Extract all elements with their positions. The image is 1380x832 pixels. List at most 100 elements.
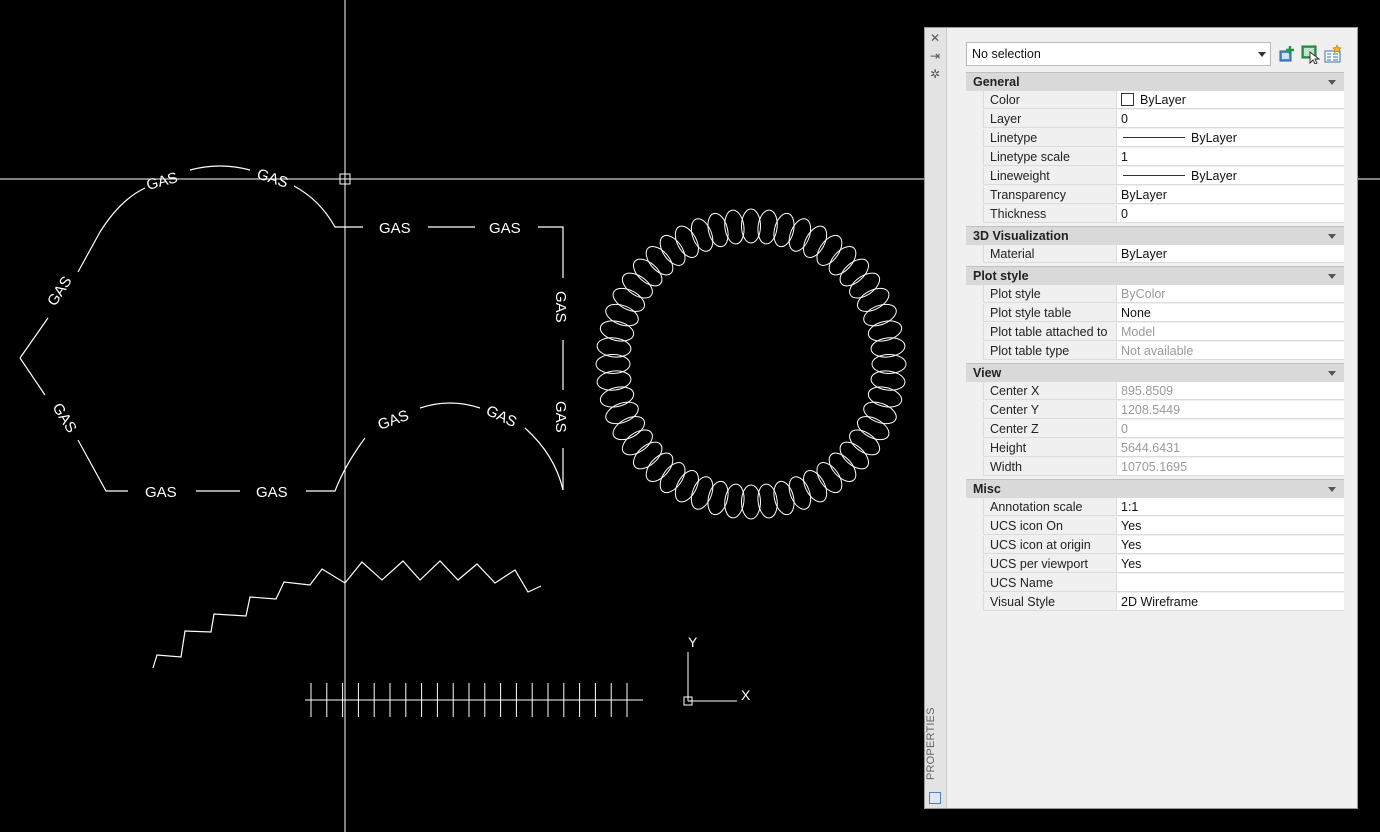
loop-segment bbox=[599, 386, 635, 408]
section-header-general[interactable]: General bbox=[966, 72, 1344, 91]
property-value-text: 5644.6431 bbox=[1121, 441, 1181, 455]
property-label: Color bbox=[983, 91, 1116, 109]
property-row-plot-style-table[interactable]: Plot style table None bbox=[966, 304, 1344, 323]
gas-label: GAS bbox=[255, 166, 290, 192]
property-value[interactable]: ByLayer bbox=[1116, 167, 1344, 185]
select-objects-icon[interactable] bbox=[1300, 44, 1320, 64]
property-row-layer[interactable]: Layer 0 bbox=[966, 110, 1344, 129]
property-value[interactable]: ByLayer bbox=[1116, 129, 1344, 147]
property-row-thickness[interactable]: Thickness 0 bbox=[966, 205, 1344, 224]
tick-linetype-line[interactable] bbox=[305, 683, 643, 717]
property-row-center-z[interactable]: Center Z 0 bbox=[966, 420, 1344, 439]
property-value[interactable]: ByLayer bbox=[1116, 245, 1344, 263]
property-row-color[interactable]: Color ByLayer bbox=[966, 91, 1344, 110]
property-row-ucs-icon-on[interactable]: UCS icon On Yes bbox=[966, 517, 1344, 536]
close-icon[interactable]: ✕ bbox=[928, 31, 942, 45]
selection-dropdown[interactable]: No selection bbox=[966, 42, 1271, 66]
chevron-down-icon[interactable] bbox=[1328, 371, 1336, 376]
property-row-material[interactable]: Material ByLayer bbox=[966, 245, 1344, 264]
gas-label: GAS bbox=[552, 291, 569, 323]
property-value[interactable]: 0 bbox=[1116, 110, 1344, 128]
property-row-ucs-icon-at-origin[interactable]: UCS icon at origin Yes bbox=[966, 536, 1344, 555]
property-label: UCS icon at origin bbox=[983, 536, 1116, 554]
property-label: Center X bbox=[983, 382, 1116, 400]
property-value: 1208.5449 bbox=[1116, 401, 1344, 419]
property-row-ucs-name[interactable]: UCS Name bbox=[966, 574, 1344, 593]
chevron-down-icon[interactable] bbox=[1328, 487, 1336, 492]
gear-icon[interactable]: ✲ bbox=[928, 67, 942, 81]
property-row-linetype-scale[interactable]: Linetype scale 1 bbox=[966, 148, 1344, 167]
property-label: Height bbox=[983, 439, 1116, 457]
properties-palette[interactable]: ✕ ⇥ ✲ PROPERTIES No selection General Co… bbox=[924, 27, 1358, 809]
property-value-text: ByLayer bbox=[1191, 169, 1237, 183]
property-value[interactable]: Yes bbox=[1116, 555, 1344, 573]
loop-segment bbox=[803, 470, 828, 503]
property-row-annotation-scale[interactable]: Annotation scale 1:1 bbox=[966, 498, 1344, 517]
gas-linetype-polyline-left[interactable] bbox=[19, 165, 564, 492]
property-value-text: 1208.5449 bbox=[1121, 403, 1181, 417]
property-value: 0 bbox=[1116, 420, 1344, 438]
ucs-icon bbox=[683, 652, 737, 706]
chevron-down-icon[interactable] bbox=[1328, 274, 1336, 279]
section-header-misc[interactable]: Misc bbox=[966, 479, 1344, 498]
loop-segment bbox=[690, 218, 714, 252]
gas-label: GAS bbox=[489, 220, 521, 237]
property-value[interactable]: Yes bbox=[1116, 536, 1344, 554]
property-value[interactable]: 2D Wireframe bbox=[1116, 593, 1344, 611]
gas-label: GAS bbox=[483, 402, 519, 431]
loop-segment bbox=[773, 212, 795, 248]
property-grid: General Color ByLayer Layer 0 Linetype ByLayer… bbox=[966, 70, 1344, 612]
property-row-ucs-per-viewport[interactable]: UCS per viewport Yes bbox=[966, 555, 1344, 574]
gas-label: GAS bbox=[44, 273, 76, 309]
auto-hide-icon[interactable]: ⇥ bbox=[928, 49, 942, 63]
property-row-width[interactable]: Width 10705.1695 bbox=[966, 458, 1344, 477]
loop-segment bbox=[659, 234, 686, 266]
property-label: Center Y bbox=[983, 401, 1116, 419]
palette-title-strip[interactable]: ✕ ⇥ ✲ PROPERTIES bbox=[925, 28, 947, 808]
property-value: 5644.6431 bbox=[1116, 439, 1344, 457]
property-label: Center Z bbox=[983, 420, 1116, 438]
property-value-text: 10705.1695 bbox=[1121, 460, 1188, 474]
property-value[interactable]: 1 bbox=[1116, 148, 1344, 166]
property-label: Annotation scale bbox=[983, 498, 1116, 516]
property-value-text: Yes bbox=[1121, 519, 1142, 533]
ucs-x-label: X bbox=[741, 687, 751, 703]
property-value[interactable]: 0 bbox=[1116, 205, 1344, 223]
property-row-plot-table-attached-to[interactable]: Plot table attached to Model bbox=[966, 323, 1344, 342]
loop-segment bbox=[870, 337, 906, 358]
property-value[interactable] bbox=[1116, 574, 1344, 592]
chevron-down-icon[interactable] bbox=[1328, 80, 1336, 85]
property-row-plot-table-type[interactable]: Plot table type Not available bbox=[966, 342, 1344, 361]
property-value[interactable]: None bbox=[1116, 304, 1344, 322]
property-label: Plot style bbox=[983, 285, 1116, 303]
property-value-text: ByColor bbox=[1121, 287, 1166, 301]
property-value: Model bbox=[1116, 323, 1344, 341]
property-row-plot-style[interactable]: Plot style ByColor bbox=[966, 285, 1344, 304]
property-value[interactable]: Yes bbox=[1116, 517, 1344, 535]
property-row-center-y[interactable]: Center Y 1208.5449 bbox=[966, 401, 1344, 420]
section-title: Misc bbox=[973, 482, 1001, 496]
property-row-visual-style[interactable]: Visual Style 2D Wireframe bbox=[966, 593, 1344, 612]
chevron-down-icon[interactable] bbox=[1328, 234, 1336, 239]
toggle-pickadd-icon[interactable] bbox=[1277, 44, 1297, 64]
property-row-center-x[interactable]: Center X 895.8509 bbox=[966, 382, 1344, 401]
section-header-3d-visualization[interactable]: 3D Visualization bbox=[966, 226, 1344, 245]
loop-segment bbox=[707, 212, 729, 248]
property-value: 10705.1695 bbox=[1116, 458, 1344, 476]
loop-segment bbox=[707, 480, 729, 516]
property-row-lineweight[interactable]: Lineweight ByLayer bbox=[966, 167, 1344, 186]
property-label: UCS Name bbox=[983, 574, 1116, 592]
batting-loop-circle[interactable] bbox=[595, 208, 907, 520]
property-value[interactable]: ByLayer bbox=[1116, 186, 1344, 204]
property-row-height[interactable]: Height 5644.6431 bbox=[966, 439, 1344, 458]
section-header-plot-style[interactable]: Plot style bbox=[966, 266, 1344, 285]
property-value[interactable]: 1:1 bbox=[1116, 498, 1344, 516]
property-row-linetype[interactable]: Linetype ByLayer bbox=[966, 129, 1344, 148]
section-title: 3D Visualization bbox=[973, 229, 1069, 243]
section-header-view[interactable]: View bbox=[966, 363, 1344, 382]
zigzag-polyline[interactable] bbox=[152, 560, 542, 669]
property-value[interactable]: ByLayer bbox=[1116, 91, 1344, 109]
selection-value: No selection bbox=[972, 47, 1041, 61]
quick-select-icon[interactable] bbox=[1323, 44, 1343, 64]
property-row-transparency[interactable]: Transparency ByLayer bbox=[966, 186, 1344, 205]
